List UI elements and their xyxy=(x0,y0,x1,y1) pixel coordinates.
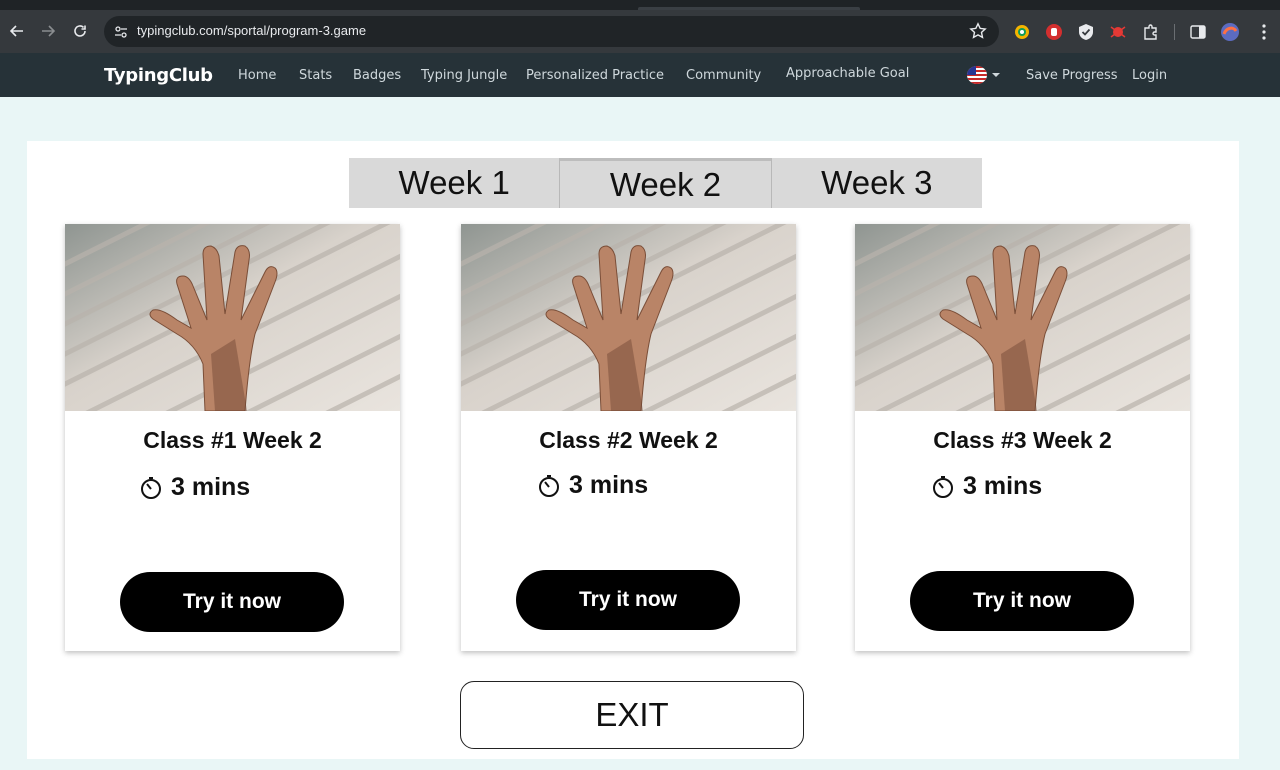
address-bar[interactable]: typingclub.com/sportal/program-3.game xyxy=(104,16,999,47)
class-card: Class #3 Week 2 3 mins Try it now xyxy=(855,224,1190,651)
tab-week-2[interactable]: Week 2 xyxy=(559,158,772,208)
extensions-puzzle-icon[interactable] xyxy=(1141,22,1161,42)
class-title: Class #2 Week 2 xyxy=(539,427,718,453)
duration-text: 3 mins xyxy=(171,473,251,501)
class-title: Class #3 Week 2 xyxy=(933,427,1112,453)
duration: 3 mins xyxy=(139,473,250,502)
forward-icon[interactable] xyxy=(37,20,59,42)
save-progress-link[interactable]: Save Progress xyxy=(1026,68,1118,83)
class-title: Class #1 Week 2 xyxy=(143,427,322,453)
brand-logo[interactable]: TypingClub xyxy=(104,65,213,86)
site-navbar: TypingClub Home Stats Badges Typing Jung… xyxy=(0,53,1280,97)
star-icon[interactable] xyxy=(969,22,987,40)
extension-bug-icon[interactable] xyxy=(1108,22,1128,42)
login-link[interactable]: Login xyxy=(1132,68,1167,83)
timer-icon xyxy=(933,475,953,498)
try-it-now-button[interactable]: Try it now xyxy=(516,570,740,630)
hand-photo xyxy=(65,224,400,411)
menu-icon[interactable] xyxy=(1254,22,1274,42)
nav-personalized-practice[interactable]: Personalized Practice xyxy=(526,68,664,83)
duration: 3 mins xyxy=(537,471,648,500)
timer-icon xyxy=(141,476,161,499)
site-info-icon[interactable] xyxy=(112,23,130,41)
nav-home[interactable]: Home xyxy=(238,68,276,83)
hand-photo xyxy=(855,224,1190,411)
nav-badges[interactable]: Badges xyxy=(353,68,401,83)
duration-text: 3 mins xyxy=(569,471,649,499)
back-icon[interactable] xyxy=(6,20,28,42)
timer-icon xyxy=(539,474,559,497)
us-flag-icon[interactable] xyxy=(967,66,987,84)
duration-text: 3 mins xyxy=(963,472,1043,500)
duration: 3 mins xyxy=(931,472,1042,501)
extension-chrome-icon[interactable] xyxy=(1012,22,1032,42)
extension-shield-icon[interactable] xyxy=(1076,22,1096,42)
browser-tab-strip xyxy=(0,0,1280,10)
nav-stats[interactable]: Stats xyxy=(299,68,332,83)
profile-avatar[interactable] xyxy=(1220,22,1240,42)
try-it-now-button[interactable]: Try it now xyxy=(120,572,344,632)
nav-approachable-goal[interactable]: Approachable Goal xyxy=(786,66,909,81)
toolbar-divider xyxy=(1174,24,1175,40)
week-tabs: Week 1 Week 2 Week 3 xyxy=(349,158,982,208)
class-card: Class #1 Week 2 3 mins Try it now xyxy=(65,224,400,651)
program-panel: Week 1 Week 2 Week 3 Class #1 Week 2 3 m… xyxy=(27,141,1239,759)
url-text: typingclub.com/sportal/program-3.game xyxy=(137,23,367,38)
extension-adblock-icon[interactable] xyxy=(1044,22,1064,42)
nav-community[interactable]: Community xyxy=(686,68,761,83)
hand-photo xyxy=(461,224,796,411)
try-it-now-button[interactable]: Try it now xyxy=(910,571,1134,631)
tab-week-3[interactable]: Week 3 xyxy=(772,158,982,208)
side-panel-icon[interactable] xyxy=(1188,22,1208,42)
exit-button[interactable]: EXIT xyxy=(460,681,804,749)
tab-week-1[interactable]: Week 1 xyxy=(349,158,559,208)
chevron-down-icon[interactable] xyxy=(992,73,1000,77)
class-card: Class #2 Week 2 3 mins Try it now xyxy=(461,224,796,651)
nav-typing-jungle[interactable]: Typing Jungle xyxy=(421,68,507,83)
browser-toolbar: typingclub.com/sportal/program-3.game xyxy=(0,10,1280,53)
reload-icon[interactable] xyxy=(69,20,91,42)
